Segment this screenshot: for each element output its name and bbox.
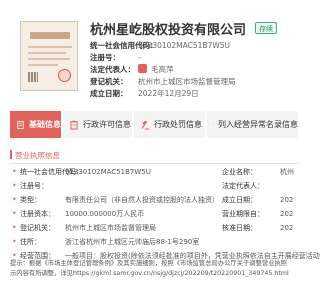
status-badge: 存续 [255, 22, 277, 34]
license-title-mark [30, 32, 70, 39]
table-row: • 注册号： 法定代表人： [10, 179, 300, 193]
bullet-icon: • [12, 181, 17, 190]
company-header: 杭州星屹股权投资有限公司 存续 统一社会信用代码：91330102MAC51B7… [0, 0, 300, 106]
table-row: • 类型： 有限责任公司（非自然人投资或控股的法人独资） 成立日期： 202 [10, 193, 300, 207]
summary-reg-no: 注册号： - [90, 53, 141, 62]
summary-credit-code: 统一社会信用代码：91330102MAC51B7W5U [90, 41, 231, 50]
tab-label: 列入经营异常名录信息 [218, 120, 298, 129]
tab-admin-license[interactable]: 行政许可信息 [63, 111, 134, 138]
bullet-icon: • [12, 167, 17, 176]
table-row: • 统一社会信用代码： 91330102MAC51B7W5U 企业名称： 杭州 [10, 165, 300, 179]
bullet-icon: • [12, 223, 17, 232]
table-row: • 登记机关： 杭州市上城区市场监督管理局 核准日期： 202 [10, 221, 300, 235]
avatar [138, 64, 147, 73]
table-row: • 注册资本： 10000.000000万人民币 营业期限自： 202 [10, 207, 300, 221]
section-title: 营业执照信息 [10, 150, 60, 162]
official-seal-icon [58, 69, 71, 82]
info-tabs: 基础信息 行政许可信息 行政处罚信息 列入经营异常名录信息 [10, 111, 300, 138]
company-name: 杭州星屹股权投资有限公司 [90, 23, 247, 38]
table-row: • 住所： 浙江省杭州市上城区元帅庙后88-1号290室 [10, 235, 300, 249]
bullet-icon: • [12, 209, 17, 218]
clipboard-icon [70, 120, 78, 129]
bullet-icon: • [12, 195, 17, 204]
qr-code-icon [28, 72, 38, 82]
section-divider [10, 163, 300, 164]
summary-legal-rep: 法定代表人： 毛高萍 [90, 64, 174, 74]
tab-label: 行政处罚信息 [154, 120, 202, 129]
gavel-icon [141, 120, 149, 129]
tab-admin-penalty[interactable]: 行政处罚信息 [134, 111, 207, 138]
tab-basic-info[interactable]: 基础信息 [10, 111, 63, 138]
summary-authority: 登记机关： 杭州市上城区市场监督管理局 [90, 77, 236, 86]
section-marker [10, 150, 12, 159]
tab-label: 行政许可信息 [83, 120, 131, 129]
bullet-icon: • [12, 237, 17, 246]
document-icon [17, 120, 24, 129]
adjustment-notice: 提示：根据《市场主体登记管理条例》及其实施细则，按照《市场监管总局办公厅关于调整… [10, 260, 289, 277]
summary-established: 成立日期： 2022年12月29日 [90, 89, 199, 98]
tab-abnormal-operation[interactable]: 列入经营异常名录信息 [207, 111, 300, 138]
tab-label: 基础信息 [29, 120, 61, 129]
business-license-thumbnail[interactable] [20, 21, 78, 91]
warning-list-icon [213, 124, 214, 125]
